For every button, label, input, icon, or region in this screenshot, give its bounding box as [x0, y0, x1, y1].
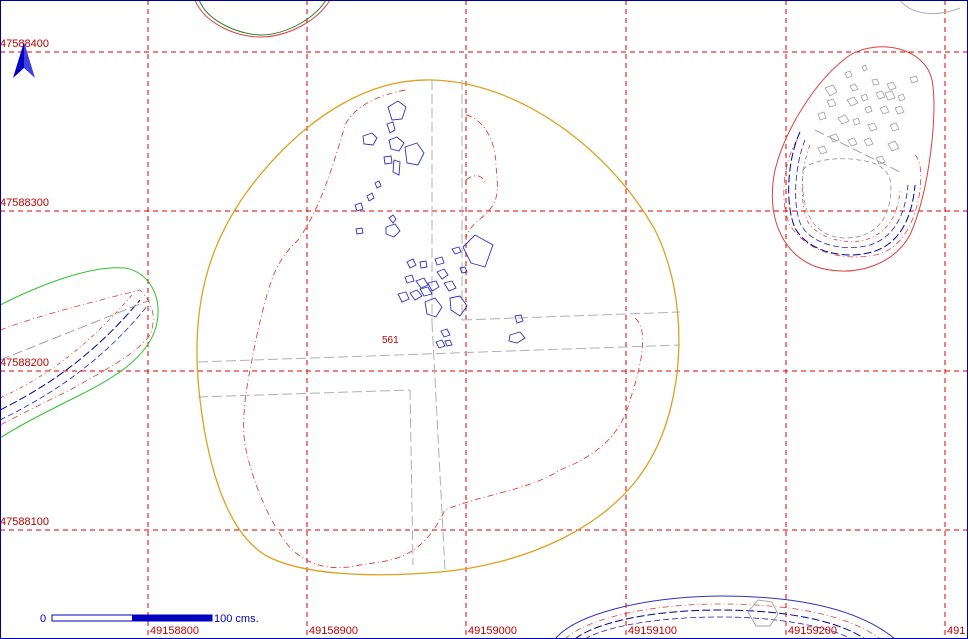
feature-top-partial	[194, 0, 961, 38]
feature-label: 561	[382, 335, 399, 346]
y-label-4: 47588100	[0, 516, 49, 528]
y-label-3: 47588200	[0, 357, 49, 369]
x-label-3: 49159000	[468, 625, 517, 637]
x-label-6: 491	[947, 625, 965, 637]
scale-end-label: 100 cms.	[214, 613, 259, 625]
feature-561-inner-outline	[243, 89, 644, 568]
grid-y-labels: 47588400 47588300 47588200 47588100	[0, 38, 49, 528]
feature-left	[0, 267, 159, 439]
section-trenches	[197, 80, 681, 571]
feature-bottom	[554, 595, 896, 639]
feature-561-outline	[196, 79, 680, 576]
x-label-1: 49158800	[150, 625, 199, 637]
feature-right	[771, 46, 935, 272]
scale-bar: 0 100 cms.	[40, 613, 259, 625]
x-label-5: 49159200	[788, 625, 837, 637]
map-canvas: 561 47588300 47588200 47588100 49158800 …	[0, 0, 968, 639]
stones	[354, 100, 526, 349]
x-label-4: 49159100	[628, 625, 677, 637]
y-label-2: 47588300	[0, 197, 49, 209]
x-label-2: 49158900	[309, 625, 358, 637]
scale-start-label: 0	[40, 613, 46, 625]
